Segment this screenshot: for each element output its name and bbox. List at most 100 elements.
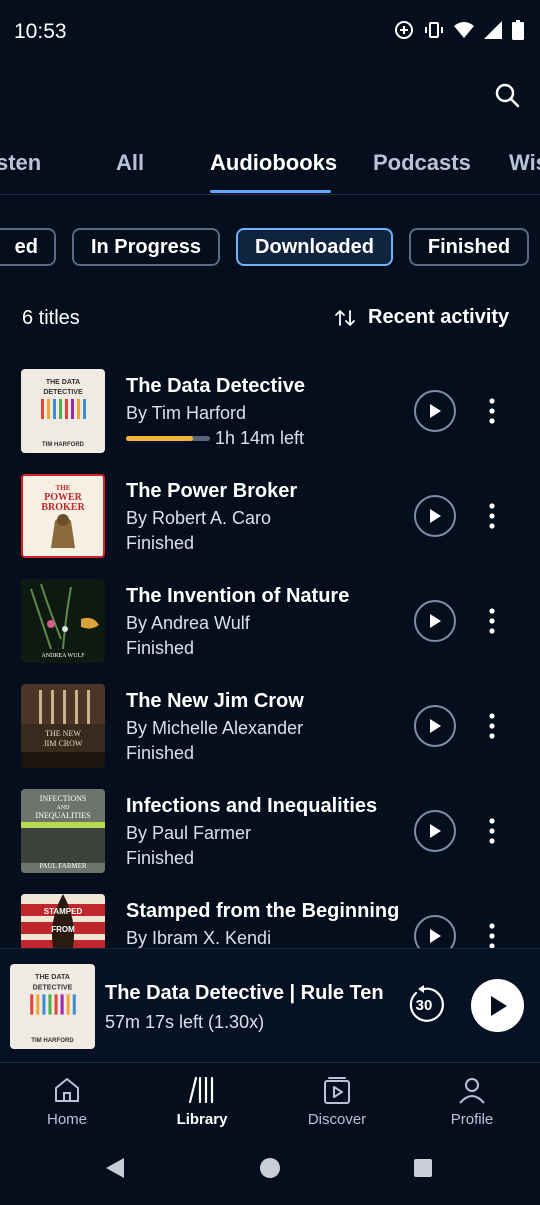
play-icon	[430, 509, 441, 523]
title-count: 6 titles	[22, 307, 80, 329]
play-icon	[430, 929, 441, 943]
nav-discover[interactable]: Discover	[287, 1073, 387, 1128]
sort-button[interactable]: Recent activity	[334, 306, 509, 329]
play-icon	[430, 404, 441, 418]
more-vert-icon	[489, 503, 495, 529]
book-cover: INFECTIONS AND INEQUALITIES PAUL FARMER	[21, 789, 105, 873]
nav-discover-label: Discover	[307, 1111, 367, 1128]
list-item[interactable]: THE POWER BROKER The Power Broker By Rob…	[0, 465, 540, 570]
book-author: By Michelle Alexander	[126, 718, 304, 738]
svg-text:DETECTIVE: DETECTIVE	[33, 983, 73, 991]
more-options-button[interactable]	[478, 921, 506, 948]
filter-chip-partial[interactable]: ed	[0, 228, 56, 266]
filter-chip-downloaded[interactable]: Downloaded	[236, 228, 393, 266]
more-options-button[interactable]	[478, 711, 506, 741]
play-button[interactable]	[414, 915, 456, 948]
progress-bar	[126, 436, 210, 441]
bottom-navigation: Home Library Discover Profile	[0, 1062, 540, 1145]
library-icon	[188, 1076, 214, 1104]
book-list: THE DATA DETECTIVE TIM HARFORD The Data …	[0, 360, 540, 948]
sort-label: Recent activity	[368, 306, 510, 328]
play-icon	[430, 614, 441, 628]
book-status: Finished	[126, 533, 195, 553]
nav-library-label: Library	[176, 1111, 228, 1128]
more-options-button[interactable]	[478, 606, 506, 636]
filter-chip-finished[interactable]: Finished	[409, 228, 529, 266]
book-title: The Data Detective	[126, 375, 305, 397]
svg-text:JIM CROW: JIM CROW	[44, 739, 83, 748]
list-item[interactable]: THE NEW JIM CROW The New Jim Crow By Mic…	[0, 675, 540, 780]
signal-icon	[484, 21, 502, 39]
svg-text:TIM HARFORD: TIM HARFORD	[42, 442, 85, 448]
book-author: By Tim Harford	[126, 403, 247, 423]
play-button[interactable]	[414, 600, 456, 642]
book-title: The New Jim Crow	[126, 690, 304, 712]
more-vert-icon	[489, 923, 495, 948]
book-status: Finished	[126, 743, 195, 763]
tab-listen[interactable]: sten	[0, 150, 41, 176]
more-vert-icon	[489, 713, 495, 739]
play-icon	[430, 824, 441, 838]
list-item[interactable]: STAMPED FROM Stamped from the Beginning …	[0, 885, 540, 948]
nav-library[interactable]: Library	[152, 1073, 252, 1128]
svg-text:THE DATA: THE DATA	[46, 379, 80, 386]
list-item[interactable]: INFECTIONS AND INEQUALITIES PAUL FARMER …	[0, 780, 540, 885]
system-navigation-bar	[0, 1144, 540, 1200]
book-cover: THE POWER BROKER	[21, 474, 105, 558]
home-button-icon[interactable]	[260, 1158, 280, 1178]
nav-home-label: Home	[46, 1111, 87, 1128]
book-status: Finished	[126, 848, 195, 868]
tab-podcasts[interactable]: Podcasts	[373, 150, 471, 176]
search-icon	[495, 83, 520, 108]
search-button[interactable]	[490, 78, 526, 114]
more-vert-icon	[489, 398, 495, 424]
tab-wishlist[interactable]: Wis	[509, 150, 540, 176]
svg-text:TIM HARFORD: TIM HARFORD	[31, 1038, 74, 1044]
svg-text:BROKER: BROKER	[41, 502, 85, 513]
status-time: 10:53	[14, 20, 67, 43]
svg-text:THE: THE	[56, 484, 71, 492]
profile-icon	[459, 1078, 485, 1104]
list-item[interactable]: THE DATA DETECTIVE TIM HARFORD The Data …	[0, 360, 540, 465]
play-button[interactable]	[414, 810, 456, 852]
skip-back-seconds: 30	[415, 997, 433, 1014]
svg-text:FROM: FROM	[51, 925, 75, 934]
book-status: Finished	[126, 638, 195, 658]
time-left: 1h 14m left	[215, 428, 305, 448]
more-vert-icon	[489, 818, 495, 844]
discover-icon	[324, 1077, 350, 1104]
play-icon	[430, 719, 441, 733]
play-button[interactable]	[414, 705, 456, 747]
library-tabs: sten All Audiobooks Podcasts Wis	[0, 140, 540, 195]
play-button[interactable]	[414, 495, 456, 537]
svg-text:INFECTIONS: INFECTIONS	[40, 794, 87, 803]
mini-play-button[interactable]	[471, 979, 524, 1032]
more-options-button[interactable]	[478, 396, 506, 426]
battery-icon	[512, 20, 524, 40]
recents-icon[interactable]	[414, 1159, 432, 1177]
tab-audiobooks[interactable]: Audiobooks	[210, 150, 337, 176]
more-options-button[interactable]	[478, 501, 506, 531]
now-playing-time-left: 57m 17s left (1.30x)	[105, 1012, 265, 1032]
book-author: By Andrea Wulf	[126, 613, 250, 633]
play-button[interactable]	[414, 390, 456, 432]
mini-player[interactable]: THE DATA DETECTIVE TIM HARFORD The Data …	[0, 948, 540, 1063]
tab-all[interactable]: All	[116, 150, 144, 176]
nav-profile[interactable]: Profile	[422, 1073, 522, 1128]
more-vert-icon	[489, 608, 495, 634]
svg-text:INEQUALITIES: INEQUALITIES	[35, 811, 90, 820]
sort-icon	[335, 309, 355, 326]
svg-text:DETECTIVE: DETECTIVE	[43, 389, 83, 396]
book-cover: ANDREA WULF	[21, 579, 105, 663]
book-cover: THE NEW JIM CROW	[21, 684, 105, 768]
filter-chip-in-progress[interactable]: In Progress	[72, 228, 220, 266]
more-options-button[interactable]	[478, 816, 506, 846]
book-title: Infections and Inequalities	[126, 795, 378, 817]
book-author: By Robert A. Caro	[126, 508, 272, 528]
now-playing-title: The Data Detective | Rule Ten:	[105, 982, 385, 1004]
book-title: The Power Broker	[126, 480, 298, 502]
list-item[interactable]: ANDREA WULF The Invention of Nature By A…	[0, 570, 540, 675]
back-icon[interactable]	[106, 1158, 124, 1178]
svg-text:ANDREA WULF: ANDREA WULF	[41, 653, 85, 659]
nav-home[interactable]: Home	[17, 1073, 117, 1128]
